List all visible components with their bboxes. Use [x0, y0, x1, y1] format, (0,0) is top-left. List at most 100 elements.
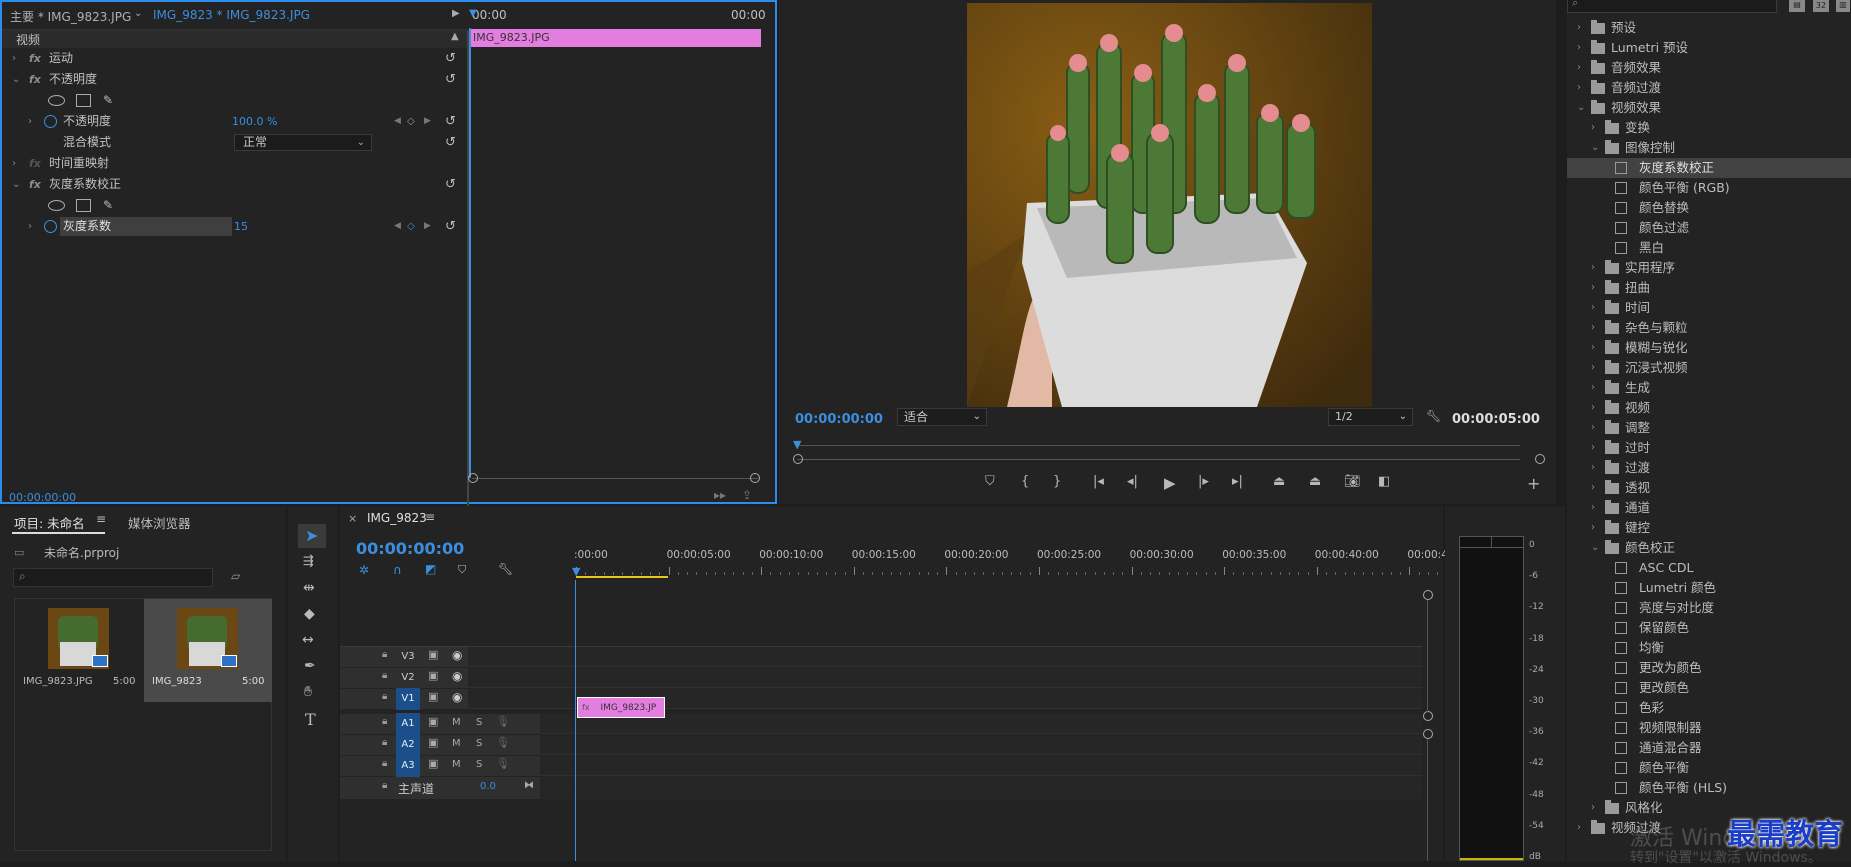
next-keyframe-icon[interactable]: ▶: [424, 111, 431, 132]
ec-clip-bar[interactable]: IMG_9823.JPG: [469, 29, 761, 47]
effects-search-input[interactable]: ⌕: [1567, 0, 1777, 13]
chevron-right-icon[interactable]: ›: [1577, 818, 1581, 838]
effects-item[interactable]: › 生成: [1567, 378, 1851, 398]
master-volume[interactable]: 0.0: [480, 781, 496, 792]
sync-lock-icon[interactable]: ▣: [428, 690, 438, 703]
share-icon[interactable]: ⇪: [742, 488, 752, 502]
effects-item[interactable]: › 视频: [1567, 398, 1851, 418]
mute-button[interactable]: M: [452, 717, 461, 728]
param-row-gamma[interactable]: › 灰度系数 15 ◀ ◇ ▶ ↺: [2, 216, 467, 237]
effects-item[interactable]: › 时间: [1567, 298, 1851, 318]
chevron-right-icon[interactable]: ›: [1591, 498, 1595, 518]
fx-icon[interactable]: fx: [29, 174, 41, 195]
play-icon[interactable]: ▶: [452, 8, 460, 19]
chevron-right-icon[interactable]: ›: [1591, 298, 1595, 318]
project-item-selected[interactable]: IMG_9823 5:00: [144, 599, 272, 702]
work-area-bar[interactable]: [576, 576, 668, 578]
track-target-v2[interactable]: V2: [396, 667, 420, 689]
reset-icon[interactable]: ↺: [445, 48, 456, 69]
wrench-icon[interactable]: 🔧︎: [1426, 409, 1441, 423]
effect-row-time-remap[interactable]: › fx 时间重映射: [2, 153, 467, 174]
razor-tool-icon[interactable]: ◆: [304, 606, 315, 622]
rect-mask-icon[interactable]: [76, 94, 91, 107]
chevron-down-icon[interactable]: ⌄: [1591, 138, 1599, 158]
panel-menu-icon[interactable]: ≡: [425, 510, 435, 524]
add-button-icon[interactable]: +: [1527, 474, 1540, 493]
effects-item[interactable]: › 杂色与颗粒: [1567, 318, 1851, 338]
playhead-icon[interactable]: ▼: [469, 8, 477, 19]
chevron-right-icon[interactable]: ›: [1591, 318, 1595, 338]
yuv-effects-icon[interactable]: ▥: [1836, 0, 1850, 12]
prev-keyframe-icon[interactable]: ◀: [394, 111, 401, 132]
master-clip-tab[interactable]: 主要 * IMG_9823.JPG: [10, 8, 131, 25]
new-bin-icon[interactable]: ▱: [231, 569, 240, 583]
sync-lock-icon[interactable]: ▣: [428, 669, 438, 682]
param-row-opacity[interactable]: › 不透明度 100.0 % ◀ ◇ ▶ ↺: [2, 111, 467, 132]
program-video-frame[interactable]: [967, 3, 1372, 407]
program-zoom-bar[interactable]: [797, 459, 1520, 460]
effects-item[interactable]: › 模糊与锐化: [1567, 338, 1851, 358]
collapse-up-icon[interactable]: ▲: [451, 31, 459, 42]
track-target-v1[interactable]: V1: [396, 688, 420, 710]
eye-icon[interactable]: ◉: [452, 690, 462, 704]
track-target-v3[interactable]: V3: [396, 646, 420, 668]
chevron-right-icon[interactable]: ›: [1577, 38, 1581, 58]
zoom-handle-right[interactable]: [1535, 454, 1545, 464]
effects-item[interactable]: › 过渡: [1567, 458, 1851, 478]
effects-item[interactable]: › 音频效果: [1567, 58, 1851, 78]
effects-item[interactable]: › 音频过渡: [1567, 78, 1851, 98]
comparison-view-icon[interactable]: ◧: [1378, 474, 1390, 489]
tab-media-browser[interactable]: 媒体浏览器: [128, 513, 191, 532]
lock-icon[interactable]: 🔒︎: [382, 649, 387, 660]
blend-mode-dropdown[interactable]: 正常 ⌄: [234, 134, 372, 151]
mic-icon[interactable]: 🎙︎: [496, 715, 510, 728]
pen-mask-icon[interactable]: ✎: [103, 195, 113, 216]
effects-item[interactable]: › 变换: [1567, 118, 1851, 138]
ellipse-mask-icon[interactable]: [48, 200, 65, 211]
ec-current-time[interactable]: 00:00:00:00: [9, 491, 76, 504]
chevron-right-icon[interactable]: ›: [1591, 338, 1595, 358]
panel-menu-icon[interactable]: ≡: [96, 512, 106, 526]
add-keyframe-icon[interactable]: ◇: [407, 216, 415, 237]
stopwatch-icon[interactable]: [44, 220, 57, 233]
lift-icon[interactable]: ⏏: [1273, 474, 1285, 489]
reset-icon[interactable]: ↺: [445, 69, 456, 90]
effects-item[interactable]: 颜色平衡: [1567, 758, 1851, 778]
chevron-right-icon[interactable]: ›: [28, 216, 32, 237]
chevron-down-icon[interactable]: ⌄: [12, 174, 20, 195]
chevron-right-icon[interactable]: ›: [1577, 18, 1581, 38]
effects-item[interactable]: › 通道: [1567, 498, 1851, 518]
play-icon[interactable]: ▶: [1164, 474, 1176, 492]
track-target-a3[interactable]: A3: [396, 755, 420, 777]
effects-item[interactable]: 黑白: [1567, 238, 1851, 258]
fx-icon[interactable]: fx: [29, 153, 41, 174]
opacity-value[interactable]: 100.0 %: [232, 111, 277, 132]
pen-tool-icon[interactable]: ✒: [304, 658, 316, 674]
a-scroll-handle[interactable]: [1423, 729, 1433, 739]
chevron-right-icon[interactable]: ›: [1591, 378, 1595, 398]
timeline-playhead-icon[interactable]: ▼: [572, 565, 580, 578]
sync-lock-icon[interactable]: ▣: [428, 736, 438, 749]
effects-item[interactable]: 灰度系数校正: [1567, 158, 1851, 178]
effects-item[interactable]: ⌄ 颜色校正: [1567, 538, 1851, 558]
pen-mask-icon[interactable]: ✎: [103, 90, 113, 111]
solo-button[interactable]: S: [476, 717, 482, 728]
solo-button[interactable]: S: [476, 738, 482, 749]
wrench-icon[interactable]: 🔧︎: [498, 562, 513, 576]
type-tool-icon[interactable]: T: [305, 710, 316, 729]
track-target-a2[interactable]: A2: [396, 734, 420, 756]
chevron-right-icon[interactable]: ›: [1591, 438, 1595, 458]
effects-item[interactable]: › 预设: [1567, 18, 1851, 38]
mark-out-icon[interactable]: }: [1053, 474, 1061, 489]
jump-icon[interactable]: ⧓: [524, 780, 534, 791]
effects-item[interactable]: 更改颜色: [1567, 678, 1851, 698]
program-ruler[interactable]: [797, 445, 1520, 446]
chevron-right-icon[interactable]: ›: [1591, 358, 1595, 378]
linked-selection-icon[interactable]: ◩: [425, 562, 436, 576]
lock-icon[interactable]: 🔒︎: [382, 691, 387, 702]
step-forward-icon[interactable]: |▸: [1198, 474, 1209, 489]
ec-scrollbar[interactable]: [472, 478, 758, 479]
effects-item[interactable]: 色彩: [1567, 698, 1851, 718]
scroll-handle-left[interactable]: [468, 473, 478, 483]
track-target-a1[interactable]: A1: [396, 713, 420, 735]
